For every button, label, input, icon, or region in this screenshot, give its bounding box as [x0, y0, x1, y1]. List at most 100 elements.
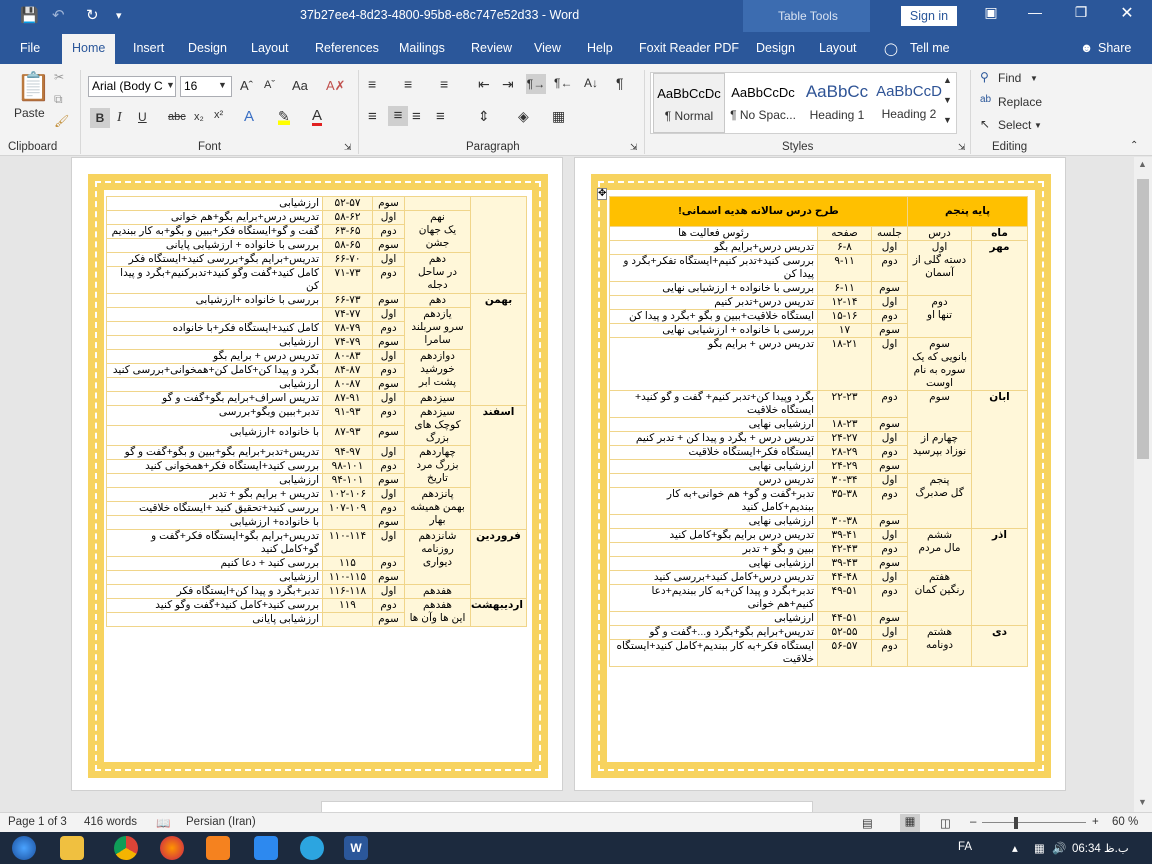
text-effects-icon[interactable]: A: [244, 108, 254, 125]
styles-dialog-launcher-icon[interactable]: ⇲: [958, 142, 966, 153]
session-cell[interactable]: سوم: [372, 196, 405, 211]
page-2[interactable]: سوم ۵۲-۵۷ ارزشیابی نهم یک جهان جشن اول ۵۸-۶۲ ت…: [71, 157, 563, 791]
activity-cell[interactable]: کامل کنید+گفت وگو کنید+تدبرکنیم+بگرد و پ…: [106, 266, 323, 294]
find-icon[interactable]: ⚲: [980, 70, 989, 84]
align-left-icon[interactable]: ≡: [368, 108, 377, 125]
session-cell[interactable]: اول: [871, 528, 909, 543]
session-cell[interactable]: اول: [871, 625, 909, 640]
paste-button[interactable]: Paste: [14, 106, 45, 120]
page-cell[interactable]: ۳۹-۴۳: [817, 556, 873, 571]
scroll-down-icon[interactable]: ▼: [1138, 797, 1147, 807]
activity-cell[interactable]: تدریس درس+تدبر کنیم: [608, 295, 819, 310]
page-cell[interactable]: ۹-۱۱: [817, 254, 873, 282]
word-count[interactable]: 416 words: [84, 816, 137, 828]
font-color-icon[interactable]: A: [312, 108, 323, 126]
page-cell[interactable]: ۲۴-۲۹: [817, 459, 873, 474]
page-cell[interactable]: ۸۷-۹۳: [322, 425, 373, 446]
highlight-icon[interactable]: ✎: [278, 108, 290, 125]
bold-button[interactable]: B: [90, 108, 110, 128]
page-cell[interactable]: ۱۱۵: [322, 556, 373, 571]
multilevel-list-icon[interactable]: ≡: [440, 76, 448, 92]
font-dropdown-icon[interactable]: ▼: [166, 80, 175, 90]
session-cell[interactable]: اول: [871, 431, 909, 446]
activity-cell[interactable]: ببین و بگو + تدبر: [608, 542, 819, 557]
session-cell[interactable]: دوم: [871, 487, 909, 515]
close-button[interactable]: ✕: [1112, 3, 1142, 23]
clear-format-icon[interactable]: A✗: [326, 78, 346, 94]
page-cell[interactable]: ۱۰۷-۱۰۹: [322, 501, 373, 516]
session-cell[interactable]: سوم: [871, 281, 909, 296]
tab-table-layout[interactable]: Layout: [819, 41, 857, 55]
activity-cell[interactable]: [106, 307, 323, 322]
shrink-font-icon[interactable]: Aˇ: [264, 79, 275, 91]
activity-cell[interactable]: ارزشیابی نهایی: [608, 556, 819, 571]
activity-cell[interactable]: ایستگاه فکر+به کار ببندیم+کامل کنید+ایست…: [608, 639, 819, 667]
lesson-plan-table[interactable]: پایه پنجم طرح درس سالانه هدیه اسمانی! ما…: [608, 196, 1029, 667]
session-cell[interactable]: اول: [871, 240, 909, 255]
activity-cell[interactable]: ارزشیابی نهایی: [608, 417, 819, 432]
page-cell[interactable]: ۷۸-۷۹: [322, 321, 373, 336]
page-cell[interactable]: ۲۸-۲۹: [817, 445, 873, 460]
tab-design[interactable]: Design: [188, 41, 227, 55]
session-cell[interactable]: اول: [372, 584, 405, 599]
input-language[interactable]: FA: [958, 841, 972, 853]
borders-icon[interactable]: ▦: [552, 108, 565, 125]
page-cell[interactable]: ۹۴-۱۰۱: [322, 473, 373, 488]
file-explorer-icon[interactable]: [60, 836, 84, 860]
start-button-icon[interactable]: [12, 836, 36, 860]
maximize-button[interactable]: ❐: [1066, 4, 1096, 21]
select-dropdown-icon[interactable]: ▼: [1034, 121, 1042, 130]
tab-view[interactable]: View: [534, 41, 561, 55]
session-cell[interactable]: سوم: [372, 515, 405, 530]
tell-me-box[interactable]: Tell me: [910, 41, 950, 55]
activity-cell[interactable]: ارزشیابی: [106, 473, 323, 488]
activity-cell[interactable]: تدریس درس+برایم بگو+هم خوانی: [106, 210, 323, 225]
font-dialog-launcher-icon[interactable]: ⇲: [344, 142, 352, 153]
activity-cell[interactable]: بررسی با خانواده +ارزشیابی: [106, 293, 323, 308]
table-move-handle-icon[interactable]: ✥: [597, 188, 608, 200]
telegram-icon[interactable]: [300, 836, 324, 860]
activity-cell[interactable]: تدبر+بگرد و پیدا کن+ایستگاه فکر: [106, 584, 323, 599]
session-cell[interactable]: سوم: [871, 323, 909, 338]
chrome-icon[interactable]: [114, 836, 138, 860]
zoom-slider[interactable]: [982, 822, 1086, 823]
size-dropdown-icon[interactable]: ▼: [218, 80, 227, 90]
page-cell[interactable]: ۴۹-۵۱: [817, 584, 873, 612]
activity-cell[interactable]: تدبر+گفت و گو+ هم خوانی+به کار ببندیم+کا…: [608, 487, 819, 515]
page-cell[interactable]: ۵۶-۵۷: [817, 639, 873, 667]
page-cell[interactable]: ۳۹-۴۱: [817, 528, 873, 543]
proofing-icon[interactable]: 📖: [156, 816, 170, 830]
tray-arrow-icon[interactable]: ▴: [1012, 841, 1018, 855]
activity-cell[interactable]: بررسی کنید+تحقیق کنید +ایستگاه خلاقیت: [106, 501, 323, 516]
activity-cell[interactable]: ارزشیابی: [106, 196, 323, 211]
grow-font-icon[interactable]: Aˆ: [240, 78, 253, 93]
session-cell[interactable]: سوم: [871, 417, 909, 432]
tab-foxit[interactable]: Foxit Reader PDF: [639, 41, 739, 55]
tab-references[interactable]: References: [315, 41, 379, 55]
activity-cell[interactable]: تدریس درس+برایم بگو: [608, 240, 819, 255]
find-dropdown-icon[interactable]: ▼: [1030, 74, 1038, 83]
page-cell[interactable]: ۶-۱۱: [817, 281, 873, 296]
activity-cell[interactable]: تدریس درس: [608, 473, 819, 488]
activity-cell[interactable]: تدریس + برایم بگو + تدبر: [106, 487, 323, 502]
select-icon[interactable]: ↖: [980, 117, 990, 131]
session-cell[interactable]: دوم: [372, 556, 405, 571]
page-cell[interactable]: ۹۴-۹۷: [322, 445, 373, 460]
session-cell[interactable]: اول: [871, 473, 909, 488]
page-cell[interactable]: ۸۰-۸۳: [322, 349, 373, 364]
word-taskbar-icon[interactable]: W: [344, 836, 368, 860]
lesson-plan-table-continued[interactable]: سوم ۵۲-۵۷ ارزشیابی نهم یک جهان جشن اول ۵۸-۶۲ ت…: [106, 196, 527, 627]
strikethrough-button[interactable]: abc: [168, 111, 186, 123]
session-cell[interactable]: دوم: [871, 445, 909, 460]
activity-cell[interactable]: ایستگاه خلاقیت+ببین و بگو +بگرد و پیدا ک…: [608, 309, 819, 324]
cut-icon[interactable]: ✂: [54, 70, 64, 84]
superscript-button[interactable]: x²: [214, 109, 223, 121]
session-cell[interactable]: دوم: [871, 390, 909, 418]
session-cell[interactable]: دوم: [871, 254, 909, 282]
undo-icon[interactable]: ↶: [52, 6, 65, 24]
activity-cell[interactable]: ارزشیابی: [106, 570, 323, 585]
scroll-up-icon[interactable]: ▲: [1138, 159, 1147, 169]
page-cell[interactable]: [322, 515, 373, 530]
activity-cell[interactable]: بررسی با خانواده + ارزشیابی پایانی: [106, 238, 323, 253]
session-cell[interactable]: سوم: [372, 335, 405, 350]
